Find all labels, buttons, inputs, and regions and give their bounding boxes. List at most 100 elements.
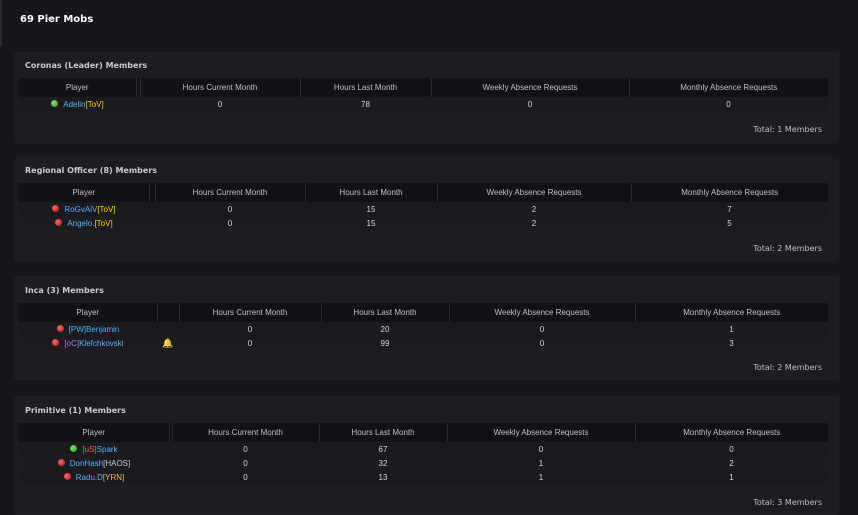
clan-tag: [ToV]: [94, 218, 113, 228]
clan-tag: [HAOS]: [103, 458, 131, 468]
members-table: Player Hours Current Month Hours Last Mo…: [19, 78, 828, 111]
hours-last-cell: 32: [319, 456, 447, 470]
members-total: Total: 1 Members: [753, 125, 822, 134]
hours-last-cell: 15: [305, 216, 437, 230]
col-hours-current[interactable]: Hours Current Month: [179, 303, 322, 322]
status-online-icon: [51, 99, 59, 107]
hours-current-cell: 0: [172, 470, 319, 484]
player-cell[interactable]: Adelin[ToV]: [19, 97, 136, 111]
bell-icon[interactable]: 🔔: [162, 338, 173, 348]
hours-current-cell: 0: [179, 322, 321, 336]
monthly-cell: 7: [631, 202, 828, 216]
player-name[interactable]: Adelin: [63, 100, 85, 109]
clan-tag: [ToV]: [97, 204, 116, 214]
col-hours-last[interactable]: Hours Last Month: [319, 423, 448, 442]
hours-last-cell: 13: [319, 470, 447, 484]
player-cell[interactable]: [PW]Benjamin: [19, 322, 157, 336]
group-card-coronas: Coronas (Leader) Members Player Hours Cu…: [14, 52, 839, 143]
status-offline-icon: [52, 338, 60, 346]
hours-last-cell: 67: [319, 442, 447, 456]
col-player[interactable]: Player: [19, 78, 137, 97]
table-row[interactable]: [PW]Benjamin 0 20 0 1: [19, 322, 828, 336]
table-row[interactable]: Radu.D[YRN] 0 13 1 1: [19, 470, 828, 484]
col-spacer: [157, 303, 180, 322]
col-hours-current[interactable]: Hours Current Month: [155, 183, 306, 202]
weekly-cell: 2: [437, 216, 631, 230]
col-hours-last[interactable]: Hours Last Month: [305, 183, 438, 202]
weekly-cell: 0: [431, 97, 629, 111]
col-monthly-absence[interactable]: Monthly Absence Requests: [631, 183, 828, 202]
col-hours-last[interactable]: Hours Last Month: [300, 78, 432, 97]
weekly-cell: 2: [437, 202, 631, 216]
status-offline-icon: [52, 204, 60, 212]
weekly-cell: 1: [447, 456, 635, 470]
col-player[interactable]: Player: [19, 303, 158, 322]
player-name[interactable]: Klefchkovski: [79, 339, 123, 348]
members-total: Total: 3 Members: [753, 498, 822, 507]
members-table: Player Hours Current Month Hours Last Mo…: [19, 423, 828, 484]
col-hours-current[interactable]: Hours Current Month: [172, 423, 320, 442]
weekly-cell: 1: [447, 470, 635, 484]
hours-current-cell: 0: [155, 202, 305, 216]
hours-current-cell: 0: [179, 336, 321, 350]
status-offline-icon: [55, 218, 63, 226]
members-total: Total: 2 Members: [753, 363, 822, 372]
hours-current-cell: 0: [140, 97, 300, 111]
hours-last-cell: 20: [321, 322, 449, 336]
hours-current-cell: 0: [155, 216, 305, 230]
col-weekly-absence[interactable]: Weekly Absence Requests: [447, 423, 636, 442]
group-title: Inca (3) Members: [25, 286, 104, 295]
hours-last-cell: 99: [321, 336, 449, 350]
player-cell[interactable]: [uS]Spark: [19, 442, 169, 456]
col-weekly-absence[interactable]: Weekly Absence Requests: [437, 183, 632, 202]
clan-tag: [uS]: [82, 444, 97, 454]
col-hours-current[interactable]: Hours Current Month: [140, 78, 301, 97]
table-row[interactable]: RoGvAiV[ToV] 0 15 2 7: [19, 202, 828, 216]
table-row[interactable]: Adelin[ToV] 0 78 0 0: [19, 97, 828, 111]
monthly-cell: 0: [635, 442, 828, 456]
player-name[interactable]: Angelo.: [67, 219, 94, 228]
col-monthly-absence[interactable]: Monthly Absence Requests: [635, 423, 828, 442]
player-cell[interactable]: Radu.D[YRN]: [19, 470, 169, 484]
player-cell[interactable]: [oC]Klefchkovski: [19, 336, 157, 350]
weekly-cell: 0: [449, 322, 635, 336]
col-player[interactable]: Player: [19, 423, 170, 442]
col-hours-last[interactable]: Hours Last Month: [321, 303, 450, 322]
player-cell[interactable]: Angelo.[ToV]: [19, 216, 149, 230]
player-cell[interactable]: DonHash[HAOS]: [19, 456, 169, 470]
members-table: Player Hours Current Month Hours Last Mo…: [19, 183, 828, 230]
table-row[interactable]: DonHash[HAOS] 0 32 1 2: [19, 456, 828, 470]
hours-current-cell: 0: [172, 442, 319, 456]
player-cell[interactable]: RoGvAiV[ToV]: [19, 202, 149, 216]
table-row[interactable]: [uS]Spark 0 67 0 0: [19, 442, 828, 456]
group-card-regional-officer: Regional Officer (8) Members Player Hour…: [14, 157, 839, 261]
col-monthly-absence[interactable]: Monthly Absence Requests: [629, 78, 828, 97]
weekly-cell: 0: [447, 442, 635, 456]
col-weekly-absence[interactable]: Weekly Absence Requests: [449, 303, 636, 322]
clan-tag: [YRN]: [102, 472, 125, 482]
table-row[interactable]: Angelo.[ToV] 0 15 2 5: [19, 216, 828, 230]
group-title: Regional Officer (8) Members: [25, 166, 158, 175]
status-offline-icon: [57, 458, 65, 466]
col-monthly-absence[interactable]: Monthly Absence Requests: [635, 303, 828, 322]
clan-tag: [PW]: [68, 324, 86, 334]
player-name[interactable]: Benjamin: [86, 325, 119, 334]
player-name[interactable]: Radu.D: [76, 473, 103, 482]
col-weekly-absence[interactable]: Weekly Absence Requests: [431, 78, 630, 97]
monthly-cell: 1: [635, 470, 828, 484]
player-name[interactable]: DonHash: [70, 459, 103, 468]
members-total: Total: 2 Members: [753, 244, 822, 253]
status-offline-icon: [63, 472, 71, 480]
monthly-cell: 1: [635, 322, 828, 336]
table-row[interactable]: [oC]Klefchkovski 🔔 0 99 0 3: [19, 336, 828, 350]
clan-tag: [ToV]: [85, 99, 104, 109]
col-player[interactable]: Player: [19, 183, 150, 202]
clan-tag: [oC]: [64, 338, 80, 348]
player-name[interactable]: Spark: [97, 445, 118, 454]
monthly-cell: 5: [631, 216, 828, 230]
monthly-cell: 0: [629, 97, 828, 111]
weekly-cell: 0: [449, 336, 635, 350]
hours-last-cell: 78: [300, 97, 431, 111]
monthly-cell: 2: [635, 456, 828, 470]
player-name[interactable]: RoGvAiV: [64, 205, 97, 214]
